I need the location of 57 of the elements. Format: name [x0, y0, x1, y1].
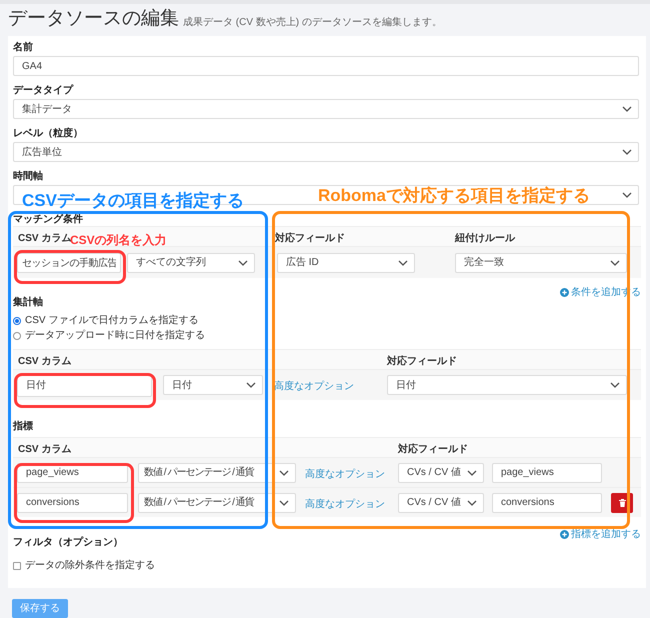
annotation-text: CSVデータの項目を指定する	[22, 192, 244, 209]
trash-icon	[618, 498, 626, 506]
chevron-down-icon	[622, 192, 632, 198]
column-header: 紐付けルール	[455, 232, 515, 246]
chevron-down-icon	[622, 149, 632, 155]
radio-option[interactable]: データアップロード時に日付を指定する	[13, 330, 641, 341]
select-field[interactable]: 広告 ID	[277, 252, 415, 272]
text-field[interactable]: conversions	[492, 492, 602, 512]
select-field[interactable]: 日付	[163, 375, 263, 395]
chevron-down-icon	[279, 470, 289, 476]
column-header: CSV カラム	[18, 355, 72, 369]
select-field[interactable]: 日付	[387, 375, 627, 395]
text-field[interactable]: page_views	[492, 462, 602, 482]
chevron-down-icon	[610, 382, 620, 388]
text-field[interactable]: conversions	[17, 492, 128, 512]
add-link[interactable]: 指標を追加する	[560, 527, 641, 541]
page-title: データソースの編集	[8, 8, 179, 30]
column-header: CSV カラム	[18, 443, 72, 457]
select-field[interactable]: CVs / CV 値	[398, 462, 484, 482]
chevron-down-icon	[246, 382, 256, 388]
chevron-down-icon	[467, 500, 477, 506]
page-subtitle: 成果データ (CV 数や売上) のデータソースを編集します。	[183, 16, 442, 30]
field-label: 集計軸	[13, 297, 44, 309]
field-label: 指標	[13, 421, 34, 433]
select-field[interactable]: 数値 / パーセンテージ / 通貨	[138, 462, 296, 482]
radio-option[interactable]: CSV ファイルで日付カラムを指定する	[13, 315, 641, 326]
radio-button[interactable]	[13, 316, 21, 324]
column-header: 対応フィールド	[275, 231, 345, 246]
select-field[interactable]: CVs / CV 値	[398, 492, 484, 512]
field-label: 名前	[13, 40, 34, 54]
plus-circle-icon	[560, 288, 569, 296]
field-label: フィルタ（オプション）	[13, 537, 124, 549]
field-label: 時間軸	[13, 170, 44, 183]
chevron-down-icon	[610, 260, 620, 266]
checkbox[interactable]	[13, 562, 21, 570]
annotation-text: CSVの列名を入力	[70, 234, 167, 246]
chevron-down-icon	[622, 106, 632, 112]
field-label: レベル（粒度）	[13, 126, 84, 140]
name-field[interactable]: GA4	[13, 56, 639, 76]
column-header: 対応フィールド	[398, 442, 468, 457]
chevron-down-icon	[238, 260, 248, 266]
annotation-text: Robomaで対応する項目を指定する	[318, 187, 590, 204]
chevron-down-icon	[279, 500, 289, 506]
plus-circle-icon	[560, 530, 569, 538]
chevron-down-icon	[398, 260, 408, 266]
select-field[interactable]: 集計データ	[13, 99, 639, 119]
radio-button[interactable]	[13, 332, 21, 340]
field-label: データタイプ	[13, 83, 74, 97]
select-field[interactable]: すべての文字列	[127, 252, 255, 272]
column-header: 対応フィールド	[387, 354, 457, 369]
column-header: CSV カラム	[18, 232, 72, 244]
chevron-down-icon	[467, 470, 477, 476]
field-label: マッチング条件	[13, 214, 84, 226]
select-field[interactable]: 完全一致	[455, 252, 627, 272]
select-field[interactable]: 広告単位	[13, 142, 639, 162]
checkbox-option[interactable]: データの除外条件を指定する	[13, 558, 641, 573]
select-field[interactable]: 数値 / パーセンテージ / 通貨	[138, 492, 296, 512]
